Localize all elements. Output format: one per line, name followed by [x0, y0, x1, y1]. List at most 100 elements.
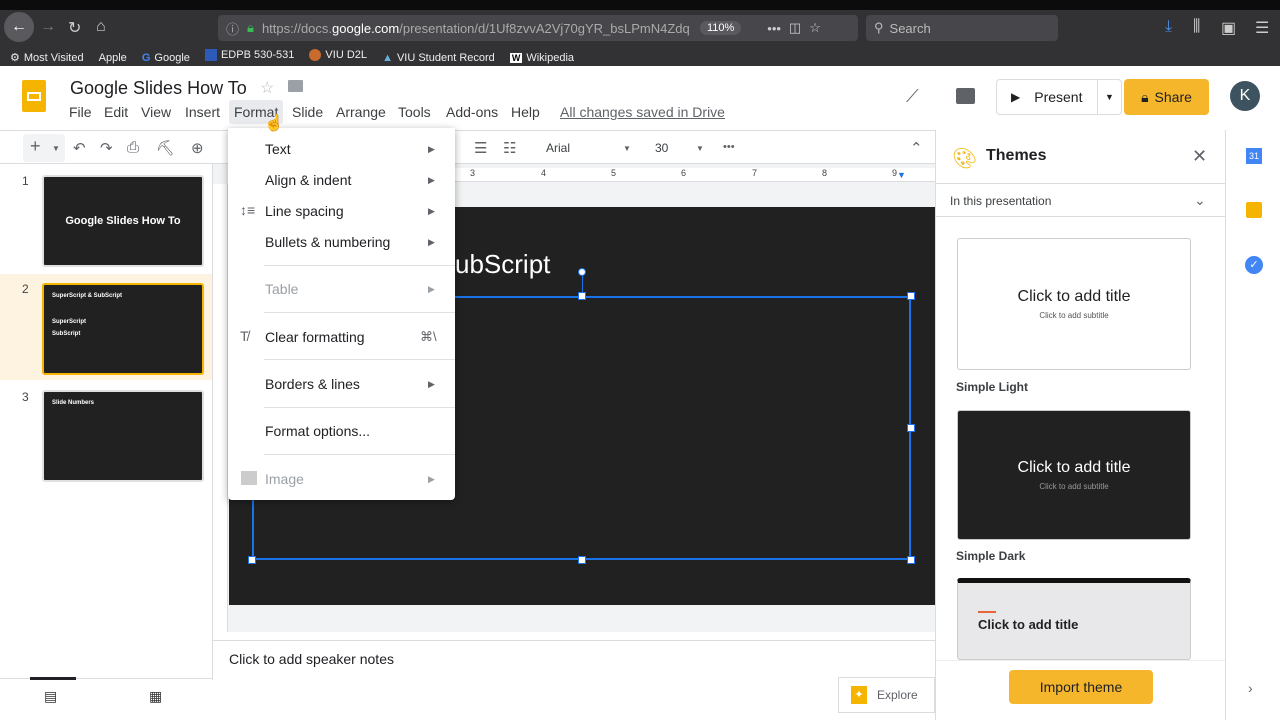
- new-slide-dropdown[interactable]: ▼: [52, 144, 60, 153]
- thumb-line: SubScript: [52, 331, 81, 337]
- speaker-notes-placeholder[interactable]: Click to add speaker notes: [229, 651, 394, 667]
- menu-help[interactable]: Help: [511, 104, 540, 120]
- menu-arrange[interactable]: Arrange: [336, 104, 386, 120]
- speaker-notes[interactable]: Click to add speaker notes ✦ Explore: [213, 640, 935, 720]
- menu-edit[interactable]: Edit: [104, 104, 128, 120]
- folder-icon[interactable]: [288, 80, 303, 92]
- browser-tab-strip[interactable]: [0, 0, 1280, 10]
- slide-number: 2: [22, 282, 29, 296]
- align-icon[interactable]: ☰: [474, 139, 487, 157]
- submenu-arrow-icon: ▶: [428, 284, 435, 294]
- reload-icon[interactable]: ↻: [68, 18, 81, 38]
- clear-formatting-icon: T̸: [240, 328, 249, 344]
- activity-icon[interactable]: ⟋: [906, 86, 919, 107]
- format-menu: Text ▶ Align & indent ▶ ↕≡ Line spacing ▶ Bu…: [228, 128, 455, 500]
- new-slide-icon[interactable]: +: [30, 136, 41, 157]
- bookmarks-bar: ⚙ Most Visited Apple G Google EDPB 530-53…: [0, 44, 1280, 66]
- undo-icon[interactable]: ↶: [73, 139, 86, 157]
- slide-filmstrip: 1 Google Slides How To 2 SuperScript & S…: [0, 164, 213, 704]
- star-icon[interactable]: ☆: [260, 78, 274, 98]
- sidebar-toggle-icon[interactable]: ▣: [1221, 18, 1236, 38]
- collapse-toolbar-icon[interactable]: ⌃: [910, 139, 923, 157]
- explore-icon: ✦: [851, 686, 867, 704]
- forward-icon[interactable]: →: [40, 18, 56, 36]
- search-icon: ⚲: [874, 20, 884, 35]
- zoom-icon[interactable]: ⊕: [191, 139, 204, 157]
- theme-card-simple-dark[interactable]: Click to add title Click to add subtitle: [957, 410, 1191, 540]
- home-icon[interactable]: ⌂: [96, 18, 106, 36]
- resize-handle[interactable]: [907, 556, 915, 564]
- filmstrip-view-icon[interactable]: ▤: [44, 688, 57, 705]
- print-icon[interactable]: ⎙: [127, 139, 139, 156]
- present-dropdown[interactable]: ▼: [1097, 80, 1121, 114]
- side-addons-bar: 31 ✓ ›: [1225, 130, 1280, 720]
- slide-thumbnail-2[interactable]: SuperScript & SubScript SuperScript SubS…: [42, 283, 204, 375]
- bookmark-viu-d2l[interactable]: VIU D2L: [309, 44, 367, 66]
- saved-status-link[interactable]: All changes saved in Drive: [560, 104, 725, 120]
- rotate-handle[interactable]: [578, 268, 586, 276]
- menu-icon[interactable]: ☰: [1255, 18, 1269, 38]
- menu-view[interactable]: View: [141, 104, 171, 120]
- url-bar[interactable]: ⓘ 🔒︎ https://docs.google.com/presentatio…: [218, 15, 858, 41]
- resize-handle[interactable]: [907, 292, 915, 300]
- bookmark-edpb[interactable]: EDPB 530-531: [204, 44, 294, 66]
- horizontal-ruler: 3456789 ▼: [455, 168, 935, 182]
- menu-insert[interactable]: Insert: [185, 104, 220, 120]
- back-icon[interactable]: ←: [4, 12, 34, 42]
- menu-slide[interactable]: Slide: [292, 104, 323, 120]
- pocket-icon[interactable]: ◫: [789, 20, 801, 36]
- menu-file[interactable]: File: [69, 104, 92, 120]
- theme-card-simple-light[interactable]: Click to add title Click to add subtitle: [957, 238, 1191, 370]
- google-icon: G: [141, 52, 151, 64]
- search-placeholder: Search: [889, 20, 931, 36]
- download-icon[interactable]: ⤓: [1165, 18, 1172, 36]
- import-theme-button[interactable]: Import theme: [1009, 670, 1153, 704]
- slide-title-text[interactable]: ubScript: [455, 249, 550, 280]
- submenu-arrow-icon: ▶: [428, 237, 435, 247]
- slide-thumbnail-1[interactable]: Google Slides How To: [42, 175, 204, 267]
- share-button[interactable]: 🔒︎ Share: [1124, 79, 1209, 115]
- more-icon[interactable]: •••: [723, 141, 735, 153]
- resize-handle[interactable]: [907, 424, 915, 432]
- submenu-arrow-icon: ▶: [428, 379, 435, 389]
- menu-addons[interactable]: Add-ons: [446, 104, 498, 120]
- font-dropdown-icon[interactable]: ▼: [623, 144, 631, 153]
- avatar[interactable]: K: [1230, 81, 1260, 111]
- comments-icon[interactable]: [956, 88, 975, 104]
- font-size-dropdown-icon[interactable]: ▼: [696, 144, 704, 153]
- expand-panel-icon[interactable]: ›: [1248, 680, 1253, 696]
- resize-handle[interactable]: [248, 556, 256, 564]
- line-dash-icon[interactable]: ☷: [503, 139, 516, 157]
- close-icon[interactable]: ✕: [1192, 146, 1207, 167]
- menu-tools[interactable]: Tools: [398, 104, 431, 120]
- lock-icon: 🔒︎: [247, 20, 254, 35]
- present-button[interactable]: ▶︎ Present ▼: [996, 79, 1122, 115]
- indent-marker[interactable]: ▼: [897, 170, 906, 180]
- lock-icon: 🔒︎: [1141, 88, 1149, 105]
- redo-icon[interactable]: ↷: [100, 139, 113, 157]
- theme-card-streamline[interactable]: Click to add title: [957, 578, 1191, 660]
- grid-view-icon[interactable]: ▦: [149, 688, 162, 705]
- viu-icon: ▲: [382, 52, 393, 64]
- resize-handle[interactable]: [578, 556, 586, 564]
- page-actions-icon[interactable]: •••: [767, 21, 781, 36]
- browser-search-input[interactable]: ⚲ Search: [866, 15, 1058, 41]
- font-size-select[interactable]: 30: [655, 141, 668, 155]
- explore-button[interactable]: ✦ Explore: [838, 677, 935, 713]
- calendar-icon[interactable]: 31: [1246, 148, 1262, 164]
- font-select[interactable]: Arial: [546, 141, 570, 155]
- star-icon[interactable]: ☆: [809, 20, 821, 36]
- zoom-level[interactable]: 110%: [699, 21, 742, 35]
- paint-format-icon[interactable]: ⛏: [156, 139, 175, 157]
- library-icon[interactable]: ⫼: [1193, 18, 1200, 36]
- slide-thumbnail-3[interactable]: Slide Numbers: [42, 390, 204, 482]
- theme-section-dropdown[interactable]: In this presentation ⌄: [936, 183, 1226, 217]
- theme-name: Simple Dark: [956, 549, 1026, 563]
- url-text: https://docs.google.com/presentation/d/1…: [261, 20, 690, 36]
- resize-handle[interactable]: [578, 292, 586, 300]
- tasks-icon[interactable]: ✓: [1245, 256, 1263, 274]
- slide-number: 3: [22, 390, 29, 404]
- keep-icon[interactable]: [1246, 202, 1262, 218]
- doc-title[interactable]: Google Slides How To: [70, 78, 247, 99]
- line-spacing-icon: ↕≡: [240, 202, 256, 218]
